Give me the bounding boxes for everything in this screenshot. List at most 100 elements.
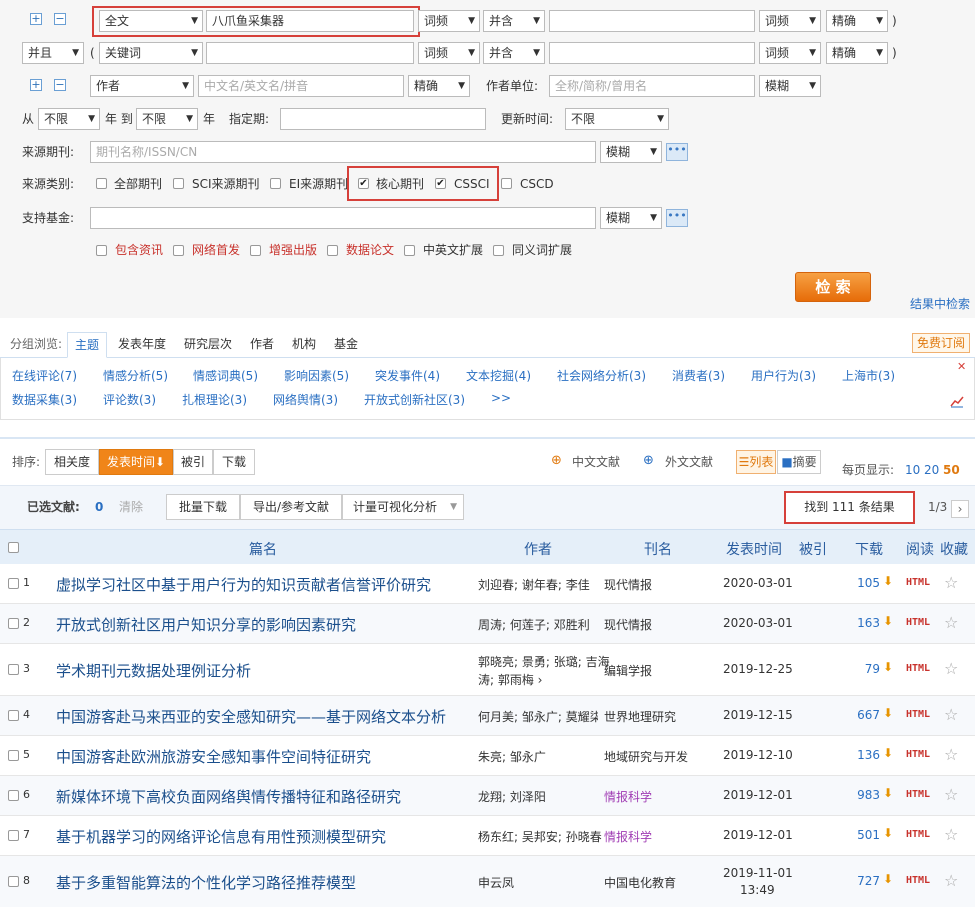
fund-match-select[interactable]: 模糊: [600, 207, 662, 229]
html-read-link[interactable]: HTML: [906, 617, 930, 628]
authors[interactable]: 郭晓亮; 景勇; 张璐; 吉海: [478, 653, 610, 670]
search-input-2[interactable]: [206, 42, 414, 64]
topic-link[interactable]: 评论数(3): [103, 391, 156, 408]
topic-link[interactable]: 情感分析(5): [103, 367, 168, 384]
row-checkbox[interactable]: [8, 750, 19, 761]
topic-link[interactable]: 上海市(3): [842, 367, 895, 384]
from-year-select[interactable]: 不限: [38, 108, 100, 130]
export-button[interactable]: 导出/参考文献: [240, 494, 342, 520]
match-select-2[interactable]: 精确: [826, 42, 888, 64]
author-field-select[interactable]: 作者: [90, 75, 194, 97]
checkbox-ei[interactable]: [270, 178, 281, 189]
row-checkbox[interactable]: [8, 710, 19, 721]
authors[interactable]: 朱亮; 邹永广: [478, 748, 546, 765]
checkbox-data-paper[interactable]: [327, 245, 338, 256]
html-read-link[interactable]: HTML: [906, 663, 930, 674]
batch-download-button[interactable]: 批量下载: [166, 494, 240, 520]
paper-title-link[interactable]: 新媒体环境下高校负面网络舆情传播特征和路径研究: [56, 786, 401, 807]
abstract-view-button[interactable]: ■摘要: [777, 450, 821, 474]
author-match-select[interactable]: 精确: [408, 75, 470, 97]
search-input-1b[interactable]: [549, 10, 755, 32]
remove-author-row-icon[interactable]: −: [54, 79, 66, 91]
paper-title-link[interactable]: 中国游客赴欧洲旅游安全感知事件空间特征研究: [56, 746, 371, 767]
checkbox-cscd[interactable]: [501, 178, 512, 189]
clear-link[interactable]: 清除: [119, 496, 143, 518]
chart-icon[interactable]: [950, 394, 964, 408]
row-checkbox[interactable]: [8, 618, 19, 629]
journal-link[interactable]: 情报科学: [604, 788, 652, 805]
search-in-results-link[interactable]: 结果中检索: [910, 295, 970, 312]
next-page-button[interactable]: ›: [951, 500, 969, 518]
tab-author[interactable]: 作者: [244, 332, 280, 356]
checkbox-enhanced[interactable]: [250, 245, 261, 256]
html-read-link[interactable]: HTML: [906, 789, 930, 800]
topic-link[interactable]: 突发事件(4): [375, 367, 440, 384]
to-year-select[interactable]: 不限: [136, 108, 198, 130]
add-row-icon[interactable]: +: [30, 13, 42, 25]
topic-link[interactable]: 扎根理论(3): [182, 391, 247, 408]
cn-docs-link[interactable]: 中文文献: [572, 451, 620, 473]
author-input[interactable]: 中文名/英文名/拼音: [198, 75, 404, 97]
topic-link[interactable]: 消费者(3): [672, 367, 725, 384]
authors[interactable]: 刘迎春; 谢年春; 李佳: [478, 576, 590, 593]
paper-title-link[interactable]: 中国游客赴马来西亚的安全感知研究——基于网络文本分析: [56, 706, 446, 727]
per-page-20[interactable]: 20: [924, 459, 939, 481]
journal-link[interactable]: 中国电化教育: [604, 874, 676, 891]
row-checkbox[interactable]: [8, 664, 19, 675]
html-read-link[interactable]: HTML: [906, 875, 930, 886]
star-icon[interactable]: ☆: [944, 659, 958, 678]
star-icon[interactable]: ☆: [944, 573, 958, 592]
op-select-1[interactable]: 并含: [483, 10, 545, 32]
fund-input[interactable]: [90, 207, 596, 229]
authors-more[interactable]: 涛; 郭雨梅 ›: [478, 671, 542, 688]
journal-link[interactable]: 现代情报: [604, 576, 652, 593]
star-icon[interactable]: ☆: [944, 613, 958, 632]
more-topics-link[interactable]: >>: [491, 391, 511, 405]
sort-cited[interactable]: 被引: [173, 449, 213, 475]
row-checkbox[interactable]: [8, 790, 19, 801]
foreign-docs-link[interactable]: 外文文献: [665, 451, 713, 473]
tab-org[interactable]: 机构: [286, 332, 322, 356]
checkbox-all-journals[interactable]: [96, 178, 107, 189]
search-input-2b[interactable]: [549, 42, 755, 64]
journal-picker-button[interactable]: •••: [666, 143, 688, 161]
row-checkbox[interactable]: [8, 830, 19, 841]
per-page-10[interactable]: 10: [905, 459, 920, 481]
download-icon[interactable]: ⬇: [883, 660, 893, 674]
analysis-dropdown[interactable]: 计量可视化分析 ▼: [342, 494, 464, 520]
remove-row-icon[interactable]: −: [54, 13, 66, 25]
journal-link[interactable]: 编辑学报: [604, 662, 652, 679]
sort-date[interactable]: 发表时间⬇: [99, 449, 173, 475]
logic-select-2[interactable]: 并且: [22, 42, 84, 64]
row-checkbox[interactable]: [8, 876, 19, 887]
checkbox-online-first[interactable]: [173, 245, 184, 256]
add-author-row-icon[interactable]: +: [30, 79, 42, 91]
topic-link[interactable]: 文本挖掘(4): [466, 367, 531, 384]
col-cited[interactable]: 被引: [799, 539, 827, 559]
star-icon[interactable]: ☆: [944, 745, 958, 764]
html-read-link[interactable]: HTML: [906, 749, 930, 760]
period-input[interactable]: [280, 108, 486, 130]
paper-title-link[interactable]: 学术期刊元数据处理例证分析: [56, 660, 251, 681]
checkbox-sci[interactable]: [173, 178, 184, 189]
match-select-1[interactable]: 精确: [826, 10, 888, 32]
html-read-link[interactable]: HTML: [906, 709, 930, 720]
tab-year[interactable]: 发表年度: [112, 332, 172, 356]
paper-title-link[interactable]: 虚拟学习社区中基于用户行为的知识贡献者信誉评价研究: [56, 574, 431, 595]
op-select-2[interactable]: 并含: [483, 42, 545, 64]
tab-fund[interactable]: 基金: [328, 332, 364, 356]
topic-link[interactable]: 情感词典(5): [193, 367, 258, 384]
journal-input[interactable]: 期刊名称/ISSN/CN: [90, 141, 596, 163]
star-icon[interactable]: ☆: [944, 871, 958, 890]
topic-link[interactable]: 开放式创新社区(3): [364, 391, 465, 408]
journal-link[interactable]: 情报科学: [604, 828, 652, 845]
checkbox-cn-en[interactable]: [404, 245, 415, 256]
journal-link[interactable]: 世界地理研究: [604, 708, 676, 725]
download-icon[interactable]: ⬇: [883, 872, 893, 886]
org-match-select[interactable]: 模糊: [759, 75, 821, 97]
journal-match-select[interactable]: 模糊: [600, 141, 662, 163]
download-icon[interactable]: ⬇: [883, 614, 893, 628]
topic-link[interactable]: 数据采集(3): [12, 391, 77, 408]
per-page-50[interactable]: 50: [943, 459, 960, 481]
tab-topic[interactable]: 主题: [67, 332, 107, 358]
